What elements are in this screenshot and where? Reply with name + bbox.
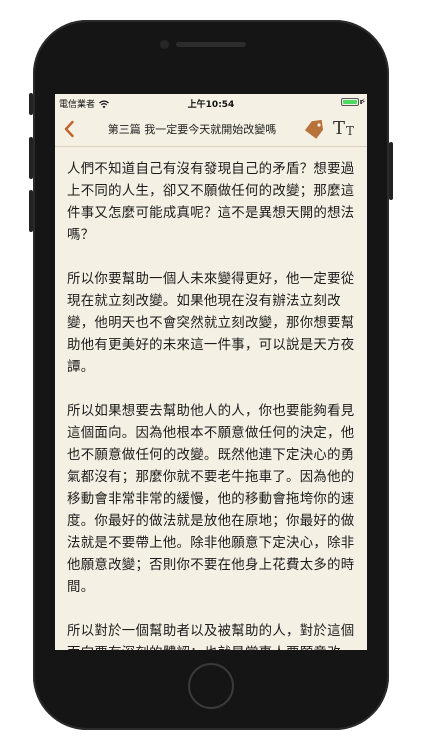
- status-time: 上午10:54: [187, 100, 235, 110]
- app-screen: 電信業者 上午10:54 ⚡ 第三篇 我一定要今天就開始改變嗎 T T 人們不知…: [55, 94, 367, 650]
- font-size-small-glyph: T: [346, 124, 355, 138]
- font-size-icon[interactable]: T T: [333, 120, 357, 138]
- power-button: [389, 142, 393, 200]
- article-paragraph: 所以如果想要去幫助他人的人，你也要能夠看見這個面向。因為他根本不願意做任何的決定…: [67, 404, 355, 595]
- earpiece-speaker: [176, 42, 246, 47]
- chapter-title: 第三篇 我一定要今天就開始改變嗎: [107, 123, 277, 136]
- tag-icon[interactable]: [303, 119, 325, 139]
- charging-bolt-icon: ⚡: [360, 97, 366, 106]
- font-size-large-glyph: T: [333, 118, 346, 139]
- front-camera: [160, 40, 169, 49]
- home-button[interactable]: [188, 663, 234, 709]
- article-paragraph: 所以你要幫助一個人未來變得更好，他一定要從現在就立刻改變。如果他現在沒有辦法立刻…: [67, 272, 355, 375]
- article-paragraph: 人們不知道自己有沒有發現自己的矛盾？想要過上不同的人生，卻又不願做任何的改變；那…: [67, 162, 355, 243]
- article-paragraph: 所以對於一個幫助者以及被幫助的人，對於這個面向要有深刻的體認；也就是當事人要願意…: [67, 624, 355, 650]
- battery-level: [343, 100, 357, 104]
- battery-icon: [341, 98, 359, 106]
- status-bar: 電信業者 上午10:54 ⚡: [55, 94, 367, 112]
- navigation-bar: 第三篇 我一定要今天就開始改變嗎 T T: [55, 112, 367, 147]
- chevron-left-icon[interactable]: [63, 120, 75, 138]
- article-content: 人們不知道自己有沒有發現自己的矛盾？想要過上不同的人生，卻又不願做任何的改變；那…: [55, 147, 367, 650]
